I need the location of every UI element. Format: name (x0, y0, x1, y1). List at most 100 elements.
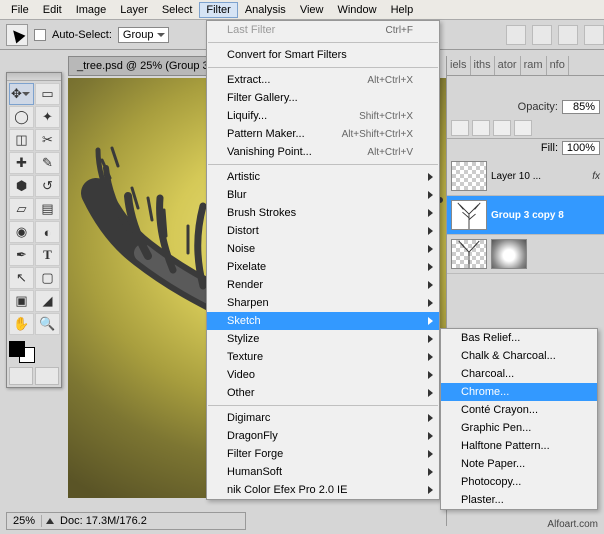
shape-tool[interactable]: ▢ (35, 267, 60, 289)
opacity-label: Opacity: (518, 101, 558, 113)
menuitem-blur[interactable]: Blur (207, 186, 439, 204)
panel-tab[interactable]: iths (471, 56, 495, 75)
menuitem-brush-strokes[interactable]: Brush Strokes (207, 204, 439, 222)
align-button[interactable] (558, 25, 578, 45)
lock-transparent-button[interactable] (451, 120, 469, 136)
wand-tool[interactable]: ✦ (35, 106, 60, 128)
stamp-tool[interactable]: ⬢ (9, 175, 34, 197)
menuitem-chalk-charcoal[interactable]: Chalk & Charcoal... (441, 347, 597, 365)
menuitem-chrome[interactable]: Chrome... (441, 383, 597, 401)
heal-tool[interactable]: ✚ (9, 152, 34, 174)
zoom-menu-icon[interactable] (46, 518, 54, 524)
notes-tool[interactable]: ▣ (9, 290, 34, 312)
menuitem-distort[interactable]: Distort (207, 222, 439, 240)
foreground-swatch[interactable] (9, 341, 25, 357)
menuitem-filter-gallery[interactable]: Filter Gallery... (207, 89, 439, 107)
eyedropper-tool[interactable]: ◢ (35, 290, 60, 312)
status-bar: 25% Doc: 17.3M/176.2 (6, 512, 246, 530)
menuitem-plaster[interactable]: Plaster... (441, 491, 597, 509)
menu-analysis[interactable]: Analysis (238, 2, 293, 18)
menu-select[interactable]: Select (155, 2, 200, 18)
layer-name: Layer 10 ... (491, 171, 588, 182)
menuitem-convert-smart[interactable]: Convert for Smart Filters (207, 46, 439, 64)
panel-tab[interactable]: iels (447, 56, 471, 75)
menu-filter[interactable]: Filter (199, 2, 237, 18)
crop-tool[interactable]: ◫ (9, 129, 34, 151)
auto-select-checkbox[interactable] (34, 29, 46, 41)
brush-tool[interactable]: ✎ (35, 152, 60, 174)
zoom-level[interactable]: 25% (7, 515, 42, 527)
menuitem-pixelate[interactable]: Pixelate (207, 258, 439, 276)
auto-select-dropdown[interactable]: Group (118, 27, 169, 43)
menuitem-filter-forge[interactable]: Filter Forge (207, 445, 439, 463)
menuitem-bas-relief[interactable]: Bas Relief... (441, 329, 597, 347)
layer-row[interactable]: Layer 10 ... fx (447, 157, 604, 196)
dodge-tool[interactable]: ◐ (35, 221, 60, 243)
menuitem-extract[interactable]: Extract...Alt+Ctrl+X (207, 71, 439, 89)
slice-tool[interactable]: ✂ (35, 129, 60, 151)
menuitem-last-filter[interactable]: Last FilterCtrl+F (207, 21, 439, 39)
menu-view[interactable]: View (293, 2, 331, 18)
document-tab[interactable]: _tree.psd @ 25% (Group 3 (68, 56, 218, 76)
auto-select-label: Auto-Select: (52, 29, 112, 41)
align-button[interactable] (506, 25, 526, 45)
menuitem-texture[interactable]: Texture (207, 348, 439, 366)
lock-all-button[interactable] (514, 120, 532, 136)
menuitem-other[interactable]: Other (207, 384, 439, 402)
lock-pixels-button[interactable] (472, 120, 490, 136)
menuitem-pattern-maker[interactable]: Pattern Maker...Alt+Shift+Ctrl+X (207, 125, 439, 143)
history-brush-tool[interactable]: ↺ (35, 175, 60, 197)
path-tool[interactable]: ↖ (9, 267, 34, 289)
menuitem-halftone-pattern[interactable]: Halftone Pattern... (441, 437, 597, 455)
watermark: Alfoart.com (547, 519, 598, 530)
menuitem-stylize[interactable]: Stylize (207, 330, 439, 348)
menu-image[interactable]: Image (69, 2, 114, 18)
menuitem-dragonfly[interactable]: DragonFly (207, 427, 439, 445)
menuitem-liquify[interactable]: Liquify...Shift+Ctrl+X (207, 107, 439, 125)
fill-input[interactable]: 100% (562, 141, 600, 155)
marquee-tool[interactable]: ▭ (35, 83, 60, 105)
opacity-input[interactable]: 85% (562, 100, 600, 114)
menuitem-video[interactable]: Video (207, 366, 439, 384)
panel-tab[interactable]: ram (521, 56, 547, 75)
menu-file[interactable]: File (4, 2, 36, 18)
layer-row[interactable]: Group 3 copy 8 (447, 196, 604, 235)
menuitem-render[interactable]: Render (207, 276, 439, 294)
menuitem-vanishing-point[interactable]: Vanishing Point...Alt+Ctrl+V (207, 143, 439, 161)
menuitem-humansoft[interactable]: HumanSoft (207, 463, 439, 481)
hand-tool[interactable]: ✋ (9, 313, 34, 335)
layer-row[interactable] (447, 235, 604, 274)
menuitem-sharpen[interactable]: Sharpen (207, 294, 439, 312)
blur-tool[interactable]: ◉ (9, 221, 34, 243)
menuitem-sketch[interactable]: Sketch (207, 312, 439, 330)
menu-layer[interactable]: Layer (113, 2, 155, 18)
pen-tool[interactable]: ✒ (9, 244, 34, 266)
menu-edit[interactable]: Edit (36, 2, 69, 18)
menuitem-digimarc[interactable]: Digimarc (207, 409, 439, 427)
menuitem-photocopy[interactable]: Photocopy... (441, 473, 597, 491)
menuitem-noise[interactable]: Noise (207, 240, 439, 258)
menuitem-note-paper[interactable]: Note Paper... (441, 455, 597, 473)
menuitem-charcoal[interactable]: Charcoal... (441, 365, 597, 383)
menuitem-nik-color-efex[interactable]: nik Color Efex Pro 2.0 IE (207, 481, 439, 499)
menu-window[interactable]: Window (330, 2, 383, 18)
move-tool[interactable]: ✥ (9, 83, 34, 105)
zoom-tool[interactable]: 🔍 (35, 313, 60, 335)
eraser-tool[interactable]: ▱ (9, 198, 34, 220)
lock-position-button[interactable] (493, 120, 511, 136)
lock-row (447, 118, 604, 139)
type-tool[interactable]: T (35, 244, 60, 266)
screen-mode-button[interactable] (35, 367, 59, 385)
color-swatches[interactable] (7, 337, 61, 365)
panel-tab[interactable]: ator (495, 56, 521, 75)
align-button[interactable] (584, 25, 604, 45)
quick-mask-button[interactable] (9, 367, 33, 385)
menuitem-conte-crayon[interactable]: Conté Crayon... (441, 401, 597, 419)
gradient-tool[interactable]: ▤ (35, 198, 60, 220)
menu-help[interactable]: Help (384, 2, 421, 18)
menuitem-graphic-pen[interactable]: Graphic Pen... (441, 419, 597, 437)
lasso-tool[interactable]: ◯ (9, 106, 34, 128)
menuitem-artistic[interactable]: Artistic (207, 168, 439, 186)
panel-tab[interactable]: nfo (547, 56, 569, 75)
align-button[interactable] (532, 25, 552, 45)
